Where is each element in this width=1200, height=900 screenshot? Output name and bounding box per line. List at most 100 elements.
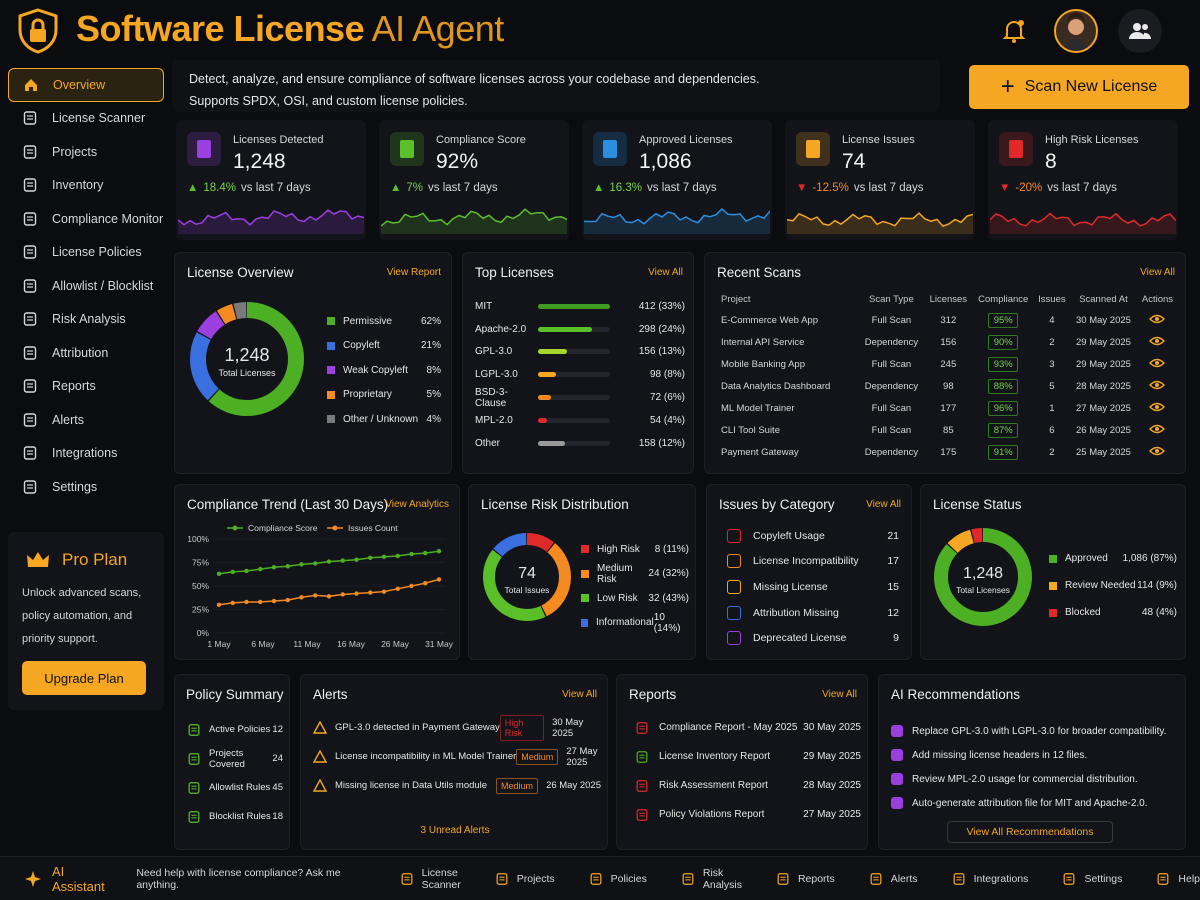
license-name: Apache-2.0 (475, 323, 527, 335)
data-point (354, 557, 359, 562)
sidebar-item-attribution[interactable]: Attribution (8, 336, 164, 370)
report-row[interactable]: Compliance Report - May 2025 30 May 2025 (635, 713, 861, 742)
team-users-icon[interactable] (1118, 9, 1162, 53)
sidebar-item-overview[interactable]: Overview (8, 68, 164, 102)
sidebar-item-settings[interactable]: Settings (8, 470, 164, 504)
footer-item-risk-analysis[interactable]: Risk Analysis (681, 867, 742, 891)
footer-item-alerts[interactable]: Alerts (869, 872, 918, 886)
legend-swatch (1049, 554, 1057, 563)
table-row[interactable]: Internal API Service Dependency 156 90% 2 29 … (721, 331, 1177, 353)
unread-alerts-link[interactable]: 3 Unread Alerts (301, 825, 609, 836)
table-cell-text: Payment Gateway (721, 446, 799, 458)
sidebar-item-license-policies[interactable]: License Policies (8, 236, 164, 270)
recommendation-row[interactable]: Auto-generate attribution file for MIT a… (891, 791, 1181, 815)
legend-item: High Risk 8 (11%) (581, 537, 689, 562)
issue-category-row[interactable]: Missing License 15 (727, 574, 899, 600)
policy-row: Allowlist Rules 45 (187, 773, 283, 802)
view-all-recommendations-button[interactable]: View All Recommendations (947, 821, 1113, 843)
footer-item-settings[interactable]: Settings (1062, 872, 1122, 886)
pro-plan-title: Pro Plan (62, 550, 128, 569)
view-all-link[interactable]: View All (866, 499, 901, 510)
upgrade-plan-button[interactable]: Upgrade Plan (22, 661, 146, 695)
sidebar-item-reports[interactable]: Reports (8, 370, 164, 404)
y-tick-label: 100% (187, 534, 209, 544)
top-license-row[interactable]: MPL-2.0 54 (4%) (475, 409, 685, 432)
sidebar-item-alerts[interactable]: Alerts (8, 403, 164, 437)
report-row[interactable]: Policy Violations Report 27 May 2025 (635, 800, 861, 829)
footer-item-label: Settings (1084, 872, 1123, 885)
sidebar-item-risk-analysis[interactable]: Risk Analysis (8, 303, 164, 337)
view-all-link[interactable]: View All (562, 689, 597, 700)
report-row[interactable]: License Inventory Report 29 May 2025 (635, 742, 861, 771)
sidebar-item-integrations[interactable]: Integrations (8, 437, 164, 471)
view-all-link[interactable]: View All (1140, 267, 1175, 278)
top-license-row[interactable]: GPL-3.0 156 (13%) (475, 341, 685, 364)
alert-row[interactable]: Missing license in Data Utils module Medi… (313, 771, 601, 800)
report-row[interactable]: Risk Assessment Report 28 May 2025 (635, 771, 861, 800)
view-eye-icon[interactable] (1149, 402, 1166, 412)
recommendation-row[interactable]: Add missing license headers in 12 files. (891, 743, 1181, 767)
severity-badge: Medium (516, 748, 559, 765)
footer-item-policies[interactable]: Policies (589, 872, 647, 886)
sidebar-item-license-scanner[interactable]: License Scanner (8, 102, 164, 136)
table-row[interactable]: Mobile Banking App Full Scan 245 93% 3 29 May… (721, 353, 1177, 375)
card-title: Compliance Trend (Last 30 Days) (187, 497, 389, 512)
top-license-row[interactable]: BSD-3-Clause 72 (6%) (475, 386, 685, 409)
y-tick-label: 25% (192, 605, 209, 615)
view-eye-icon[interactable] (1149, 380, 1166, 390)
view-eye-icon[interactable] (1149, 424, 1166, 434)
notification-bell-icon[interactable] (1002, 18, 1026, 44)
view-all-link[interactable]: View All (648, 267, 683, 278)
top-license-row[interactable]: LGPL-3.0 98 (8%) (475, 363, 685, 386)
issue-category-row[interactable]: Attribution Missing 12 (727, 600, 899, 626)
table-cell: 177 (925, 397, 972, 419)
legend-value: 4% (426, 413, 441, 425)
table-row[interactable]: Payment Gateway Dependency 175 91% 2 25 May 2… (721, 441, 1177, 463)
footer-item-help[interactable]: Help (1156, 872, 1200, 886)
table-cell: 87% (972, 419, 1035, 441)
table-cell: Dependency (858, 375, 925, 397)
scan-new-license-button[interactable]: + Scan New License (969, 65, 1189, 109)
policy-value: 18 (272, 811, 283, 822)
view-analytics-link[interactable]: View Analytics (385, 499, 449, 510)
table-row[interactable]: Data Analytics Dashboard Dependency 98 88% 5… (721, 375, 1177, 397)
user-avatar[interactable] (1054, 9, 1098, 53)
top-license-row[interactable]: Apache-2.0 298 (24%) (475, 318, 685, 341)
footer-item-integrations[interactable]: Integrations (952, 872, 1028, 886)
intro-line: Detect, analyze, and ensure compliance o… (189, 72, 760, 86)
alert-row[interactable]: GPL-3.0 detected in Payment Gateway High … (313, 713, 601, 742)
alert-row[interactable]: License incompatibility in ML Model Trai… (313, 742, 601, 771)
issue-category-row[interactable]: License Incompatibility 17 (727, 549, 899, 575)
recommendation-row[interactable]: Replace GPL-3.0 with LGPL-3.0 for broade… (891, 719, 1181, 743)
data-point (299, 562, 304, 567)
ai-assistant-label[interactable]: AI Assistant (52, 864, 114, 894)
table-row[interactable]: CLI Tool Suite Full Scan 85 87% 6 26 May 2025 (721, 419, 1177, 441)
view-eye-icon[interactable] (1149, 336, 1166, 346)
scan-button-label: Scan New License (1024, 78, 1158, 95)
recommendation-row[interactable]: Review MPL-2.0 usage for commercial dist… (891, 767, 1181, 791)
footer-item-projects[interactable]: Projects (495, 872, 555, 886)
sidebar-item-compliance-monitor[interactable]: Compliance Monitor (8, 202, 164, 236)
footer-item-reports[interactable]: Reports (776, 872, 835, 886)
view-eye-icon[interactable] (1149, 446, 1166, 456)
footer-bar: AI Assistant Need help with license comp… (0, 856, 1200, 900)
license-name: BSD-3-Clause (475, 386, 508, 409)
sidebar-item-inventory[interactable]: Inventory (8, 169, 164, 203)
sidebar-item-allowlist-blocklist[interactable]: Allowlist / Blocklist (8, 269, 164, 303)
license-status-card: License Status 1,248 Total Licenses Appr… (920, 484, 1186, 660)
footer-item-label: Risk Analysis (702, 866, 742, 891)
view-all-link[interactable]: View All (822, 689, 857, 700)
footer-item-license-scanner[interactable]: License Scanner (400, 867, 461, 891)
ai-assistant-prompt[interactable]: Need help with license compliance? Ask m… (136, 867, 365, 891)
view-eye-icon[interactable] (1149, 358, 1166, 368)
issue-category-count: 17 (887, 555, 899, 568)
sidebar-item-projects[interactable]: Projects (8, 135, 164, 169)
issue-category-row[interactable]: Copyleft Usage 21 (727, 523, 899, 549)
top-license-row[interactable]: Other 158 (12%) (475, 432, 685, 455)
table-row[interactable]: E-Commerce Web App Full Scan 312 95% 4 30 May… (721, 309, 1177, 331)
view-report-link[interactable]: View Report (387, 267, 441, 278)
top-license-row[interactable]: MIT 412 (33%) (475, 295, 685, 318)
table-row[interactable]: ML Model Trainer Full Scan 177 96% 1 27 May 2… (721, 397, 1177, 419)
view-eye-icon[interactable] (1149, 314, 1166, 324)
issue-category-row[interactable]: Deprecated License 9 (727, 625, 899, 651)
